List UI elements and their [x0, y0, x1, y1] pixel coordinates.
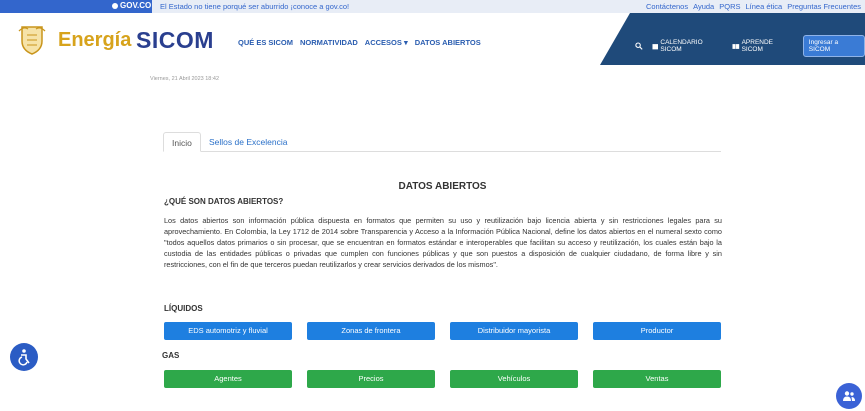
- calendar-icon: [652, 43, 658, 49]
- link-preguntas-frecuentes[interactable]: Preguntas Frecuentes: [787, 2, 861, 11]
- gov-logo[interactable]: GOV.CO: [112, 1, 151, 10]
- chat-button[interactable]: [836, 383, 862, 409]
- main-nav: QUÉ ES SICOM NORMATIVIDAD ACCESOS ▾ DATO…: [238, 38, 481, 47]
- gov-message[interactable]: El Estado no tiene porqué ser aburrido ¡…: [160, 2, 349, 11]
- nav-accesos[interactable]: ACCESOS ▾: [365, 38, 408, 47]
- calendar-link[interactable]: CALENDARIO SICOM: [652, 39, 723, 53]
- brand-sicom-logo[interactable]: SICOM: [136, 27, 214, 54]
- description-paragraph: Los datos abiertos son información públi…: [164, 216, 722, 269]
- accessibility-button[interactable]: [10, 343, 38, 371]
- eds-automotriz-button[interactable]: EDS automotriz y fluvial: [164, 322, 292, 340]
- search-icon[interactable]: [635, 42, 643, 50]
- current-date: Viernes, 21 Abril 2023 18:42: [150, 76, 220, 82]
- tab-inicio[interactable]: Inicio: [163, 132, 201, 152]
- colombia-shield-icon: [18, 26, 46, 55]
- site-header: Energía SICOM QUÉ ES SICOM NORMATIVIDAD …: [0, 13, 865, 65]
- agentes-button[interactable]: Agentes: [164, 370, 292, 388]
- liquidos-heading: LÍQUIDOS: [164, 304, 203, 313]
- link-pqrs[interactable]: PQRS: [719, 2, 740, 11]
- brand-energia[interactable]: Energía: [58, 29, 131, 52]
- productor-button[interactable]: Productor: [593, 322, 721, 340]
- gov-links: Contáctenos Ayuda PQRS Línea ética Pregu…: [646, 2, 861, 11]
- distribuidor-mayorista-button[interactable]: Distribuidor mayorista: [450, 322, 578, 340]
- accessibility-icon: [18, 349, 30, 366]
- page-title: DATOS ABIERTOS: [398, 181, 487, 192]
- ventas-button[interactable]: Ventas: [593, 370, 721, 388]
- nav-que-es-sicom[interactable]: QUÉ ES SICOM: [238, 38, 293, 47]
- link-ayuda[interactable]: Ayuda: [693, 2, 714, 11]
- vehiculos-button[interactable]: Vehículos: [450, 370, 578, 388]
- learn-link[interactable]: APRENDE SICOM: [732, 39, 794, 53]
- login-button[interactable]: Ingresar a SICOM: [802, 35, 865, 57]
- users-icon: [843, 391, 855, 401]
- nav-normatividad[interactable]: NORMATIVIDAD: [300, 38, 358, 47]
- link-contactenos[interactable]: Contáctenos: [646, 2, 688, 11]
- book-icon: [732, 43, 740, 49]
- gov-logo-icon: [112, 2, 118, 9]
- question-heading: ¿QUÉ SON DATOS ABIERTOS?: [164, 197, 284, 206]
- tab-bar: Inicio Sellos de Excelencia: [163, 132, 721, 152]
- gov-bar: GOV.CO El Estado no tiene porqué ser abu…: [0, 0, 865, 13]
- link-linea-etica[interactable]: Línea ética: [746, 2, 783, 11]
- nav-datos-abiertos[interactable]: DATOS ABIERTOS: [415, 38, 481, 47]
- header-tools-band: CALENDARIO SICOM APRENDE SICOM Ingresar …: [600, 13, 865, 65]
- zonas-de-frontera-button[interactable]: Zonas de frontera: [307, 322, 435, 340]
- gas-heading: GAS: [162, 351, 180, 360]
- precios-button[interactable]: Precios: [307, 370, 435, 388]
- tab-sellos-de-excelencia[interactable]: Sellos de Excelencia: [201, 132, 295, 152]
